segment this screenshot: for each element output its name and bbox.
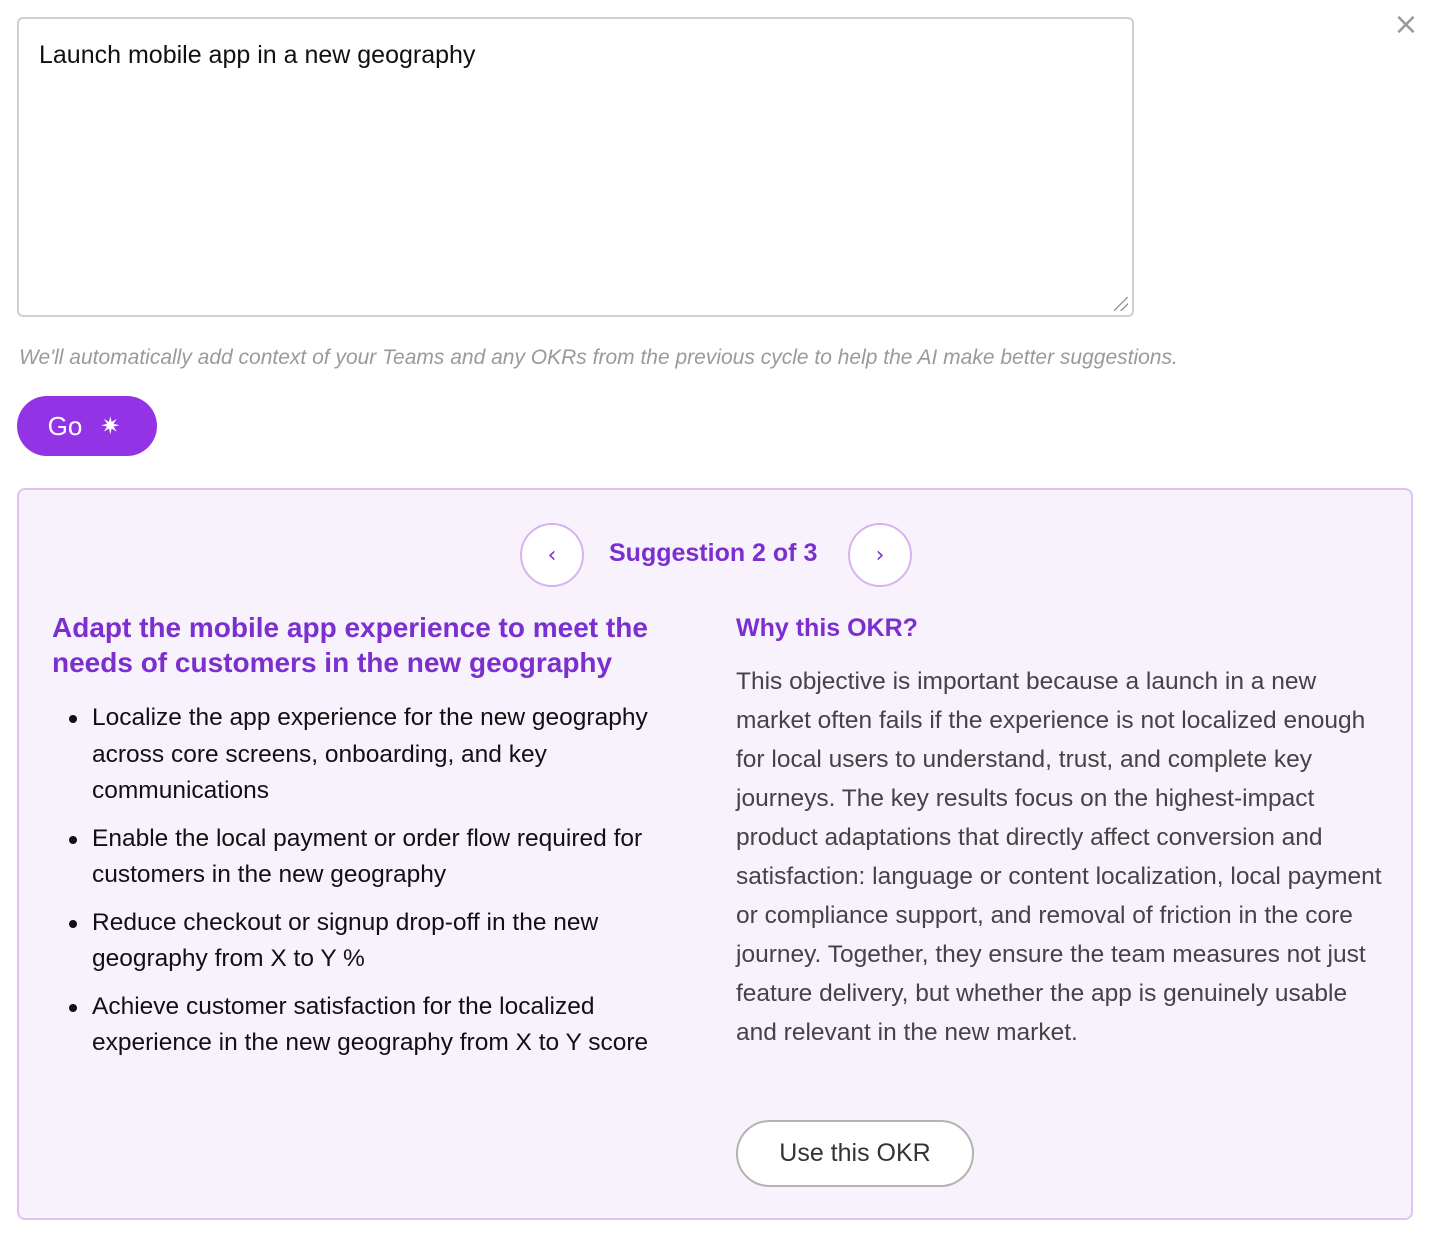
key-result-text: Achieve customer satisfaction for the lo… (92, 992, 649, 1057)
suggestion-counter: Suggestion 2 of 3 (609, 539, 818, 567)
key-result-item: Achieve customer satisfaction for the lo… (52, 989, 692, 1062)
objective-title: Adapt the mobile app experience to meet … (52, 612, 648, 678)
resize-handle-icon[interactable] (1114, 297, 1128, 311)
why-okr-text: This objective is important because a la… (736, 668, 1382, 1046)
close-icon[interactable]: × (1393, 10, 1419, 40)
key-results-list: Localize the app experience for the new … (52, 700, 692, 1062)
key-result-item: Localize the app experience for the new … (52, 700, 692, 810)
next-suggestion-button[interactable]: › (848, 523, 912, 587)
use-okr-button[interactable]: Use this OKR (736, 1120, 974, 1187)
key-result-text: Reduce checkout or signup drop-off in th… (92, 908, 599, 973)
key-result-text: Enable the local payment or order flow r… (92, 824, 643, 889)
bullet-icon (69, 1003, 77, 1012)
context-note: We'll automatically add context of your … (19, 346, 1178, 369)
bullet-icon (69, 919, 77, 928)
bullet-icon (69, 715, 77, 723)
why-okr-heading: Why this OKR? (736, 614, 918, 642)
key-result-text: Localize the app experience for the new … (92, 704, 648, 804)
bullet-icon (69, 835, 77, 844)
prompt-textarea[interactable]: Launch mobile app in a new geography (19, 19, 1132, 315)
sparkle-icon: ✷ (100, 412, 121, 440)
chevron-left-icon: ‹ (547, 542, 557, 568)
go-button[interactable]: Go ✷ (17, 396, 157, 456)
suggestion-card: ‹ Suggestion 2 of 3 › Adapt the mobile a… (17, 488, 1413, 1220)
key-result-item: Reduce checkout or signup drop-off in th… (52, 905, 692, 978)
okr-ai-dialog: × Launch mobile app in a new geography W… (0, 0, 1430, 1237)
key-result-item: Enable the local payment or order flow r… (52, 821, 692, 894)
rationale-column: Why this OKR? This objective is importan… (736, 610, 1386, 1052)
chevron-right-icon: › (875, 542, 885, 568)
objective-column: Adapt the mobile app experience to meet … (52, 610, 692, 1073)
previous-suggestion-button[interactable]: ‹ (520, 523, 584, 587)
prompt-box: Launch mobile app in a new geography (17, 17, 1134, 317)
go-button-label: Go (47, 410, 83, 441)
